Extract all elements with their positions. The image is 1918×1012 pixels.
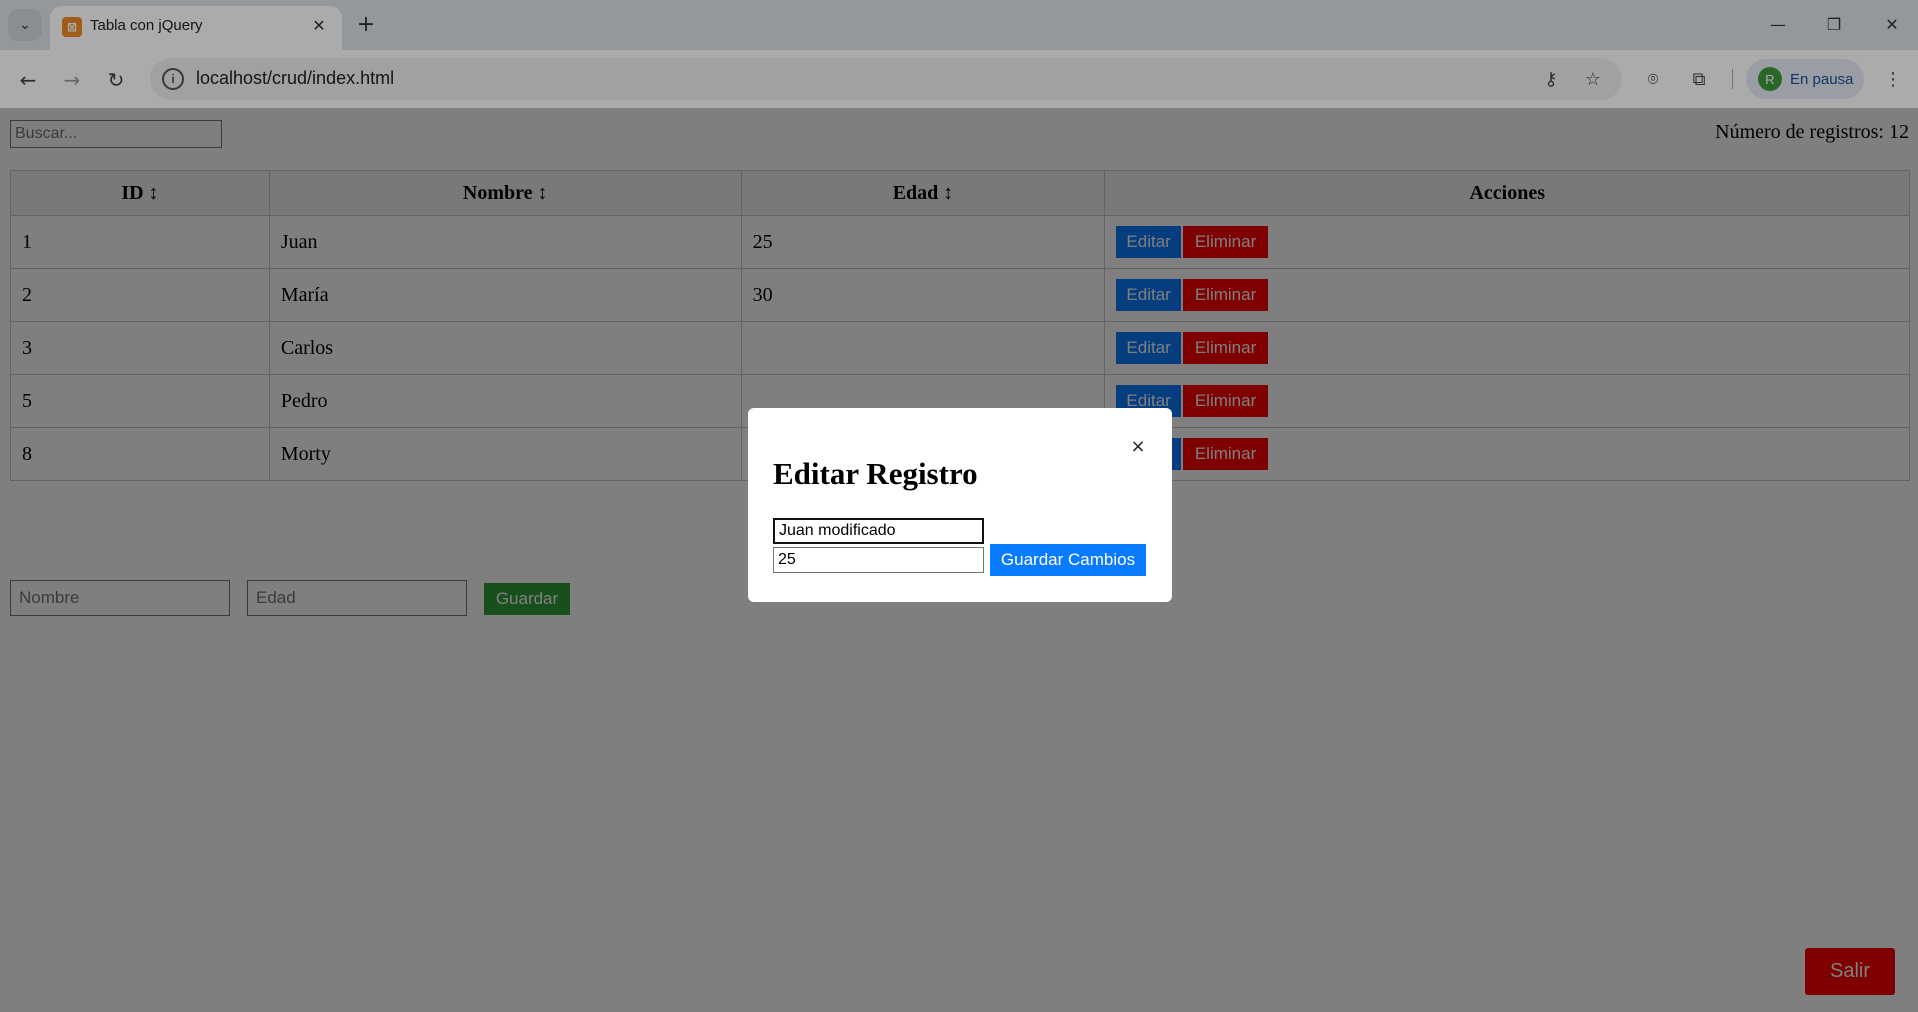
save-changes-button[interactable]: Guardar Cambios	[990, 544, 1146, 576]
chrome-dim-overlay	[0, 0, 1918, 108]
edit-age-input[interactable]	[773, 547, 984, 573]
modal-backdrop[interactable]: × Editar Registro Guardar Cambios	[0, 108, 1918, 1012]
edit-modal: × Editar Registro Guardar Cambios	[748, 408, 1172, 602]
edit-name-input[interactable]	[773, 518, 984, 544]
close-icon[interactable]: ×	[1128, 436, 1148, 457]
modal-title: Editar Registro	[773, 456, 978, 491]
